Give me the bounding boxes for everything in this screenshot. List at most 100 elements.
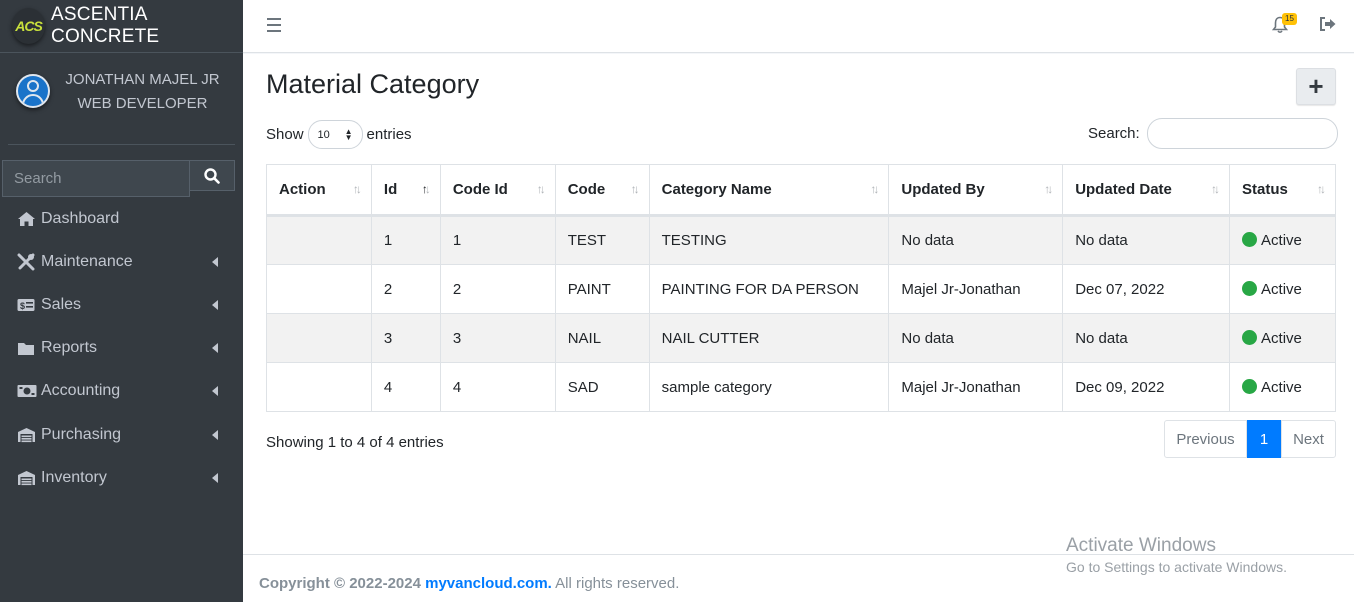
sign-out-icon <box>1320 17 1336 31</box>
rights-text: All rights reserved. <box>551 575 680 592</box>
sidebar-item-label: Purchasing <box>41 425 122 443</box>
user-info: JONATHAN MAJEL JR WEB DEVELOPER <box>50 68 235 116</box>
footer-link[interactable]: myvancloud.com. <box>425 575 552 592</box>
sidebar-item-purchasing[interactable]: Purchasing <box>0 413 243 456</box>
column-header-code[interactable]: Code ↑↓ <box>554 164 650 217</box>
sidebar-item-label: Accounting <box>41 382 121 400</box>
cell-code: PAINT <box>554 264 650 314</box>
user-role: WEB DEVELOPER <box>77 95 208 112</box>
cell-status: Active <box>1229 215 1336 265</box>
entries-length-control: Show 10 ▲ ▼ entries <box>266 120 412 149</box>
cell-action <box>266 362 372 412</box>
column-header-status[interactable]: Status ↑↓ <box>1229 164 1336 217</box>
add-category-button[interactable]: + <box>1296 68 1336 105</box>
show-label: Show <box>266 126 304 143</box>
cell-action <box>266 215 372 265</box>
table-search-label: Search: <box>1088 125 1140 142</box>
brand-name: ASCENTIA CONCRETE <box>51 4 160 47</box>
sort-icon: ↑↓ <box>1044 182 1053 196</box>
sidebar-nav: Dashboard Maintenance $ Sales Reports Ac… <box>0 197 243 499</box>
sort-icon: ↑↓ <box>870 182 879 196</box>
sidebar-search <box>2 160 235 198</box>
brand-link[interactable]: ACS ASCENTIA CONCRETE <box>0 0 243 53</box>
column-header-code-id[interactable]: Code Id ↑↓ <box>439 164 556 217</box>
sidebar-item-sales[interactable]: $ Sales <box>0 283 243 326</box>
sidebar-item-inventory[interactable]: Inventory <box>0 456 243 499</box>
menu-toggle-icon[interactable] <box>267 18 281 36</box>
warehouse-icon <box>17 469 37 487</box>
sort-caret-icon: ▲ ▼ <box>344 127 353 142</box>
column-header-updated-by[interactable]: Updated By ↑↓ <box>888 164 1064 217</box>
cell-category-name: PAINTING FOR DA PERSON <box>648 264 890 314</box>
sidebar-item-label: Reports <box>41 339 98 357</box>
cell-code: NAIL <box>554 313 650 363</box>
avatar[interactable] <box>16 74 50 108</box>
entries-select[interactable]: 10 ▲ ▼ <box>307 120 363 149</box>
table-row: 4 4 SAD sample category Majel Jr-Jonatha… <box>266 362 1336 412</box>
cell-status: Active <box>1229 264 1336 314</box>
column-header-action[interactable]: Action ↑↓ <box>266 164 372 217</box>
watermark-title: Activate Windows <box>1066 535 1216 556</box>
material-category-table: Action ↑↓ Id ↑↓ Code Id ↑↓ Code ↑↓ Category … <box>266 164 1336 412</box>
pagination-previous[interactable]: Previous <box>1164 420 1247 458</box>
main-content: Material Category + Show 10 ▲ ▼ entries S… <box>243 54 1354 554</box>
entries-label: entries <box>366 126 412 143</box>
cell-updated-by: No data <box>888 215 1064 265</box>
sort-asc-icon: ↑↓ <box>421 182 431 196</box>
cell-category-name: NAIL CUTTER <box>648 313 890 363</box>
cell-code-id: 4 <box>439 362 556 412</box>
cell-code-id: 1 <box>439 215 556 265</box>
sidebar-item-reports[interactable]: Reports <box>0 327 243 370</box>
cell-category-name: sample category <box>648 362 890 412</box>
sidebar-search-button[interactable] <box>190 160 235 191</box>
search-icon <box>204 167 220 184</box>
copyright-text: Copyright © 2022-2024 <box>259 575 426 592</box>
logout-button[interactable] <box>1319 16 1337 37</box>
table-info: Showing 1 to 4 of 4 entries <box>266 434 444 451</box>
sidebar-item-dashboard[interactable]: Dashboard <box>0 197 243 240</box>
chevron-left-icon <box>212 299 218 310</box>
status-dot-icon <box>1242 329 1258 345</box>
cell-id: 1 <box>370 215 441 265</box>
warehouse-icon <box>17 426 37 444</box>
sidebar-item-label: Sales <box>41 295 82 313</box>
home-icon <box>17 210 37 228</box>
cell-id: 2 <box>370 264 441 314</box>
pagination-next[interactable]: Next <box>1281 420 1336 458</box>
sort-icon: ↑↓ <box>1317 182 1326 196</box>
sidebar-search-input[interactable] <box>2 160 190 197</box>
folder-icon <box>17 339 37 357</box>
sidebar-item-accounting[interactable]: Accounting <box>0 370 243 413</box>
cell-updated-date: No data <box>1062 313 1231 363</box>
cell-status: Active <box>1229 313 1336 363</box>
chevron-left-icon <box>212 429 218 440</box>
money-card-icon: $ <box>17 296 37 314</box>
tools-icon <box>17 253 37 271</box>
chevron-left-icon <box>212 343 218 354</box>
chevron-left-icon <box>212 256 218 267</box>
column-header-id[interactable]: Id ↑↓ <box>370 164 441 217</box>
money-bill-icon <box>17 382 37 400</box>
notification-badge: 15 <box>1282 13 1297 25</box>
cell-category-name: TESTING <box>648 215 890 265</box>
sidebar-item-label: Dashboard <box>41 209 120 227</box>
column-header-category-name[interactable]: Category Name ↑↓ <box>648 164 890 217</box>
user-name[interactable]: JONATHAN MAJEL JR <box>50 68 235 92</box>
sidebar-item-maintenance[interactable]: Maintenance <box>0 240 243 283</box>
pagination-page-1[interactable]: 1 <box>1247 420 1281 458</box>
cell-code-id: 2 <box>439 264 556 314</box>
column-header-updated-date[interactable]: Updated Date ↑↓ <box>1062 164 1231 217</box>
topbar: 15 <box>243 0 1354 53</box>
cell-updated-date: No data <box>1062 215 1231 265</box>
cell-id: 3 <box>370 313 441 363</box>
table-search-input[interactable] <box>1146 118 1338 149</box>
table-row: 3 3 NAIL NAIL CUTTER No data No data Act… <box>266 313 1336 363</box>
cell-code-id: 3 <box>439 313 556 363</box>
sort-icon: ↑↓ <box>536 182 546 196</box>
cell-updated-date: Dec 07, 2022 <box>1062 264 1231 314</box>
brand-logo: ACS <box>12 8 46 44</box>
cell-updated-date: Dec 09, 2022 <box>1062 362 1231 412</box>
status-label: Active <box>1261 280 1302 298</box>
chevron-left-icon <box>212 472 218 483</box>
entries-select-value: 10 <box>317 128 330 141</box>
